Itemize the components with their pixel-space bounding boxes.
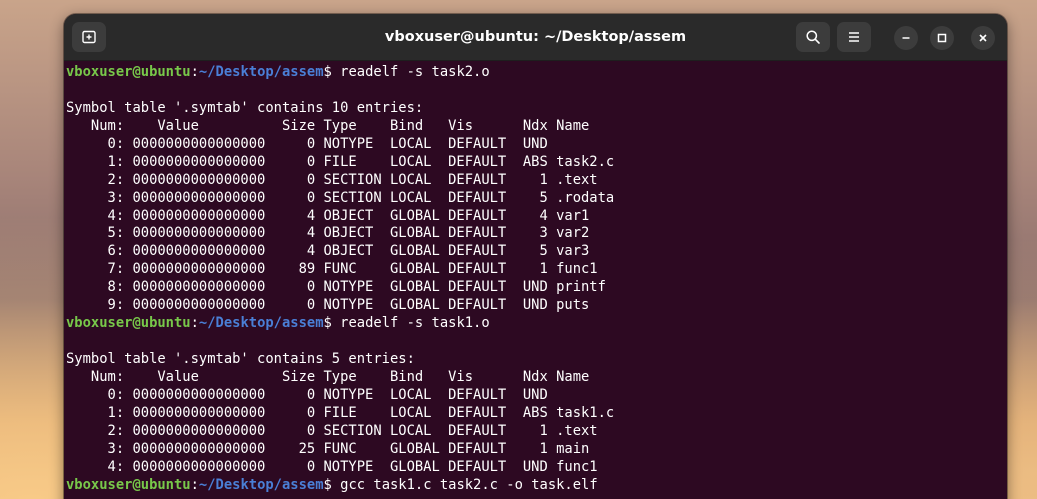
output-line: 3: 0000000000000000 25 FUNC GLOBAL DEFAU… bbox=[66, 441, 1007, 459]
prompt-separator: : bbox=[190, 64, 199, 80]
command-text: gcc task1.c task2.c -o task.elf bbox=[340, 476, 598, 493]
output-text: Symbol table '.symtab' contains 10 entri… bbox=[66, 99, 424, 116]
output-line: 0: 0000000000000000 0 NOTYPE LOCAL DEFAU… bbox=[66, 387, 1007, 405]
output-line: Symbol table '.symtab' contains 5 entrie… bbox=[66, 351, 1007, 369]
output-line: 0: 0000000000000000 0 NOTYPE LOCAL DEFAU… bbox=[66, 136, 1007, 154]
output-text: 2: 0000000000000000 0 SECTION LOCAL DEFA… bbox=[66, 422, 598, 439]
close-button[interactable] bbox=[971, 26, 995, 50]
prompt-user: vboxuser@ubuntu bbox=[66, 64, 191, 80]
output-line: 6: 0000000000000000 4 OBJECT GLOBAL DEFA… bbox=[66, 243, 1007, 261]
output-line: 4: 0000000000000000 0 NOTYPE GLOBAL DEFA… bbox=[66, 459, 1007, 477]
output-text: 3: 0000000000000000 25 FUNC GLOBAL DEFAU… bbox=[66, 440, 590, 457]
prompt-symbol: $ bbox=[323, 476, 341, 493]
command-text: readelf -s task1.o bbox=[340, 315, 490, 332]
prompt-line: vboxuser@ubuntu:~/Desktop/assem$ readelf… bbox=[66, 315, 1007, 333]
output-text: 0: 0000000000000000 0 NOTYPE LOCAL DEFAU… bbox=[66, 386, 557, 403]
maximize-button[interactable] bbox=[930, 26, 954, 50]
command-text: readelf -s task2.o bbox=[340, 64, 490, 80]
output-text: 7: 0000000000000000 89 FUNC GLOBAL DEFAU… bbox=[66, 261, 598, 278]
search-button[interactable] bbox=[796, 22, 830, 52]
prompt-symbol: $ bbox=[323, 64, 341, 80]
hamburger-menu-icon bbox=[846, 29, 862, 45]
maximize-icon bbox=[936, 32, 948, 44]
prompt-user: vboxuser@ubuntu bbox=[66, 476, 191, 493]
terminal-output[interactable]: vboxuser@ubuntu:~/Desktop/assem$ readelf… bbox=[66, 64, 1007, 499]
minimize-button[interactable] bbox=[894, 26, 918, 50]
output-text: 0: 0000000000000000 0 NOTYPE LOCAL DEFAU… bbox=[66, 135, 557, 152]
output-text: 1: 0000000000000000 0 FILE LOCAL DEFAULT… bbox=[66, 404, 615, 421]
search-icon bbox=[805, 29, 821, 45]
output-line: 3: 0000000000000000 0 SECTION LOCAL DEFA… bbox=[66, 190, 1007, 208]
prompt-separator: : bbox=[190, 315, 199, 332]
output-line: Symbol table '.symtab' contains 10 entri… bbox=[66, 100, 1007, 118]
output-line: Num: Value Size Type Bind Vis Ndx Name bbox=[66, 369, 1007, 387]
new-tab-icon bbox=[81, 29, 97, 45]
output-line: 2: 0000000000000000 0 SECTION LOCAL DEFA… bbox=[66, 172, 1007, 190]
close-icon bbox=[977, 32, 989, 44]
output-text: 4: 0000000000000000 4 OBJECT GLOBAL DEFA… bbox=[66, 207, 590, 224]
output-line: 8: 0000000000000000 0 NOTYPE GLOBAL DEFA… bbox=[66, 279, 1007, 297]
output-text: 4: 0000000000000000 0 NOTYPE GLOBAL DEFA… bbox=[66, 458, 598, 475]
output-line: 5: 0000000000000000 4 OBJECT GLOBAL DEFA… bbox=[66, 225, 1007, 243]
output-text: 1: 0000000000000000 0 FILE LOCAL DEFAULT… bbox=[66, 153, 615, 170]
output-text: 3: 0000000000000000 0 SECTION LOCAL DEFA… bbox=[66, 189, 615, 206]
output-line: 1: 0000000000000000 0 FILE LOCAL DEFAULT… bbox=[66, 154, 1007, 172]
new-tab-button[interactable] bbox=[72, 22, 106, 52]
output-text: Symbol table '.symtab' contains 5 entrie… bbox=[66, 351, 415, 367]
output-text: 9: 0000000000000000 0 NOTYPE GLOBAL DEFA… bbox=[66, 297, 590, 314]
prompt-path: ~/Desktop/assem bbox=[198, 476, 324, 493]
output-line: 7: 0000000000000000 89 FUNC GLOBAL DEFAU… bbox=[66, 261, 1007, 279]
output-text: Num: Value Size Type Bind Vis Ndx Name bbox=[66, 117, 590, 134]
prompt-path: ~/Desktop/assem bbox=[198, 64, 324, 80]
output-text: 5: 0000000000000000 4 OBJECT GLOBAL DEFA… bbox=[66, 225, 590, 242]
minimize-icon bbox=[900, 32, 912, 44]
terminal-window[interactable]: vboxuser@ubuntu: ~/Desktop/assem vboxuse… bbox=[64, 14, 1007, 499]
output-text: 8: 0000000000000000 0 NOTYPE GLOBAL DEFA… bbox=[66, 279, 606, 296]
output-line: 9: 0000000000000000 0 NOTYPE GLOBAL DEFA… bbox=[66, 297, 1007, 315]
output-line: 4: 0000000000000000 4 OBJECT GLOBAL DEFA… bbox=[66, 208, 1007, 226]
output-text: Num: Value Size Type Bind Vis Ndx Name bbox=[66, 368, 590, 385]
output-text: 6: 0000000000000000 4 OBJECT GLOBAL DEFA… bbox=[66, 243, 590, 260]
prompt-symbol: $ bbox=[323, 315, 341, 332]
prompt-line: vboxuser@ubuntu:~/Desktop/assem$ gcc tas… bbox=[66, 477, 1007, 495]
prompt-line: vboxuser@ubuntu:~/Desktop/assem$ readelf… bbox=[66, 64, 1007, 82]
prompt-user: vboxuser@ubuntu bbox=[66, 315, 191, 332]
output-line: Num: Value Size Type Bind Vis Ndx Name bbox=[66, 118, 1007, 136]
output-line: 1: 0000000000000000 0 FILE LOCAL DEFAULT… bbox=[66, 405, 1007, 423]
title-bar[interactable]: vboxuser@ubuntu: ~/Desktop/assem bbox=[64, 14, 1007, 61]
output-text: 2: 0000000000000000 0 SECTION LOCAL DEFA… bbox=[66, 171, 598, 188]
output-line: 2: 0000000000000000 0 SECTION LOCAL DEFA… bbox=[66, 423, 1007, 441]
prompt-separator: : bbox=[190, 476, 199, 493]
prompt-path: ~/Desktop/assem bbox=[198, 315, 324, 332]
menu-button[interactable] bbox=[837, 22, 871, 52]
